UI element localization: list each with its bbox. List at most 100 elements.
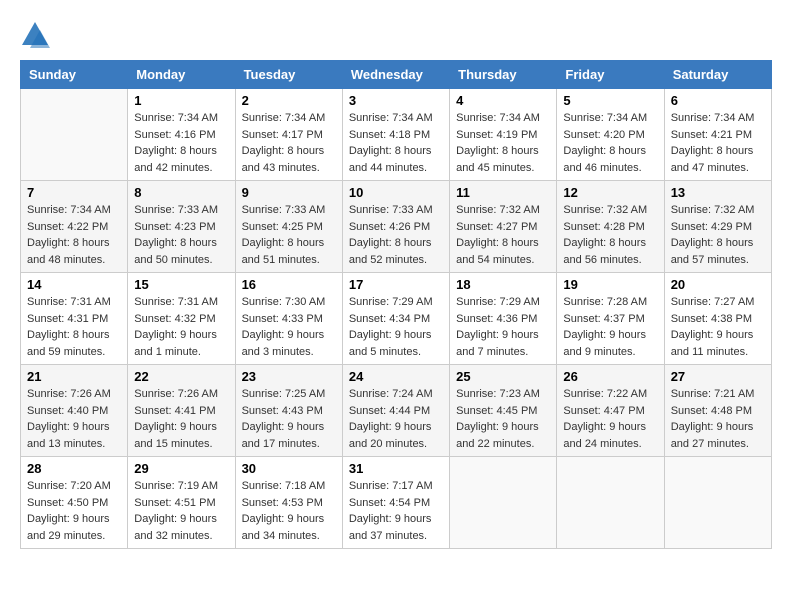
sunrise-text: Sunrise: 7:25 AM [242, 388, 326, 400]
day-info: Sunrise: 7:33 AM Sunset: 4:23 PM Dayligh… [134, 202, 228, 268]
day-info: Sunrise: 7:34 AM Sunset: 4:21 PM Dayligh… [671, 110, 765, 176]
sunrise-text: Sunrise: 7:28 AM [563, 296, 647, 308]
calendar-cell: 19 Sunrise: 7:28 AM Sunset: 4:37 PM Dayl… [557, 273, 664, 365]
calendar-cell: 8 Sunrise: 7:33 AM Sunset: 4:23 PM Dayli… [128, 181, 235, 273]
day-info: Sunrise: 7:26 AM Sunset: 4:40 PM Dayligh… [27, 386, 121, 452]
sunset-text: Sunset: 4:43 PM [242, 405, 323, 417]
sunrise-text: Sunrise: 7:30 AM [242, 296, 326, 308]
sunrise-text: Sunrise: 7:29 AM [456, 296, 540, 308]
daylight-text: Daylight: 8 hours and 57 minutes. [671, 237, 754, 266]
day-number: 30 [242, 461, 336, 476]
day-info: Sunrise: 7:33 AM Sunset: 4:25 PM Dayligh… [242, 202, 336, 268]
sunset-text: Sunset: 4:50 PM [27, 497, 108, 509]
calendar-cell [664, 457, 771, 549]
sunrise-text: Sunrise: 7:23 AM [456, 388, 540, 400]
sunset-text: Sunset: 4:17 PM [242, 129, 323, 141]
day-info: Sunrise: 7:34 AM Sunset: 4:18 PM Dayligh… [349, 110, 443, 176]
day-number: 29 [134, 461, 228, 476]
daylight-text: Daylight: 9 hours and 20 minutes. [349, 421, 432, 450]
daylight-text: Daylight: 8 hours and 44 minutes. [349, 145, 432, 174]
daylight-text: Daylight: 9 hours and 34 minutes. [242, 513, 325, 542]
calendar-week-row: 7 Sunrise: 7:34 AM Sunset: 4:22 PM Dayli… [21, 181, 772, 273]
day-info: Sunrise: 7:34 AM Sunset: 4:19 PM Dayligh… [456, 110, 550, 176]
sunset-text: Sunset: 4:40 PM [27, 405, 108, 417]
calendar-cell: 2 Sunrise: 7:34 AM Sunset: 4:17 PM Dayli… [235, 89, 342, 181]
day-number: 13 [671, 185, 765, 200]
day-number: 4 [456, 93, 550, 108]
day-info: Sunrise: 7:32 AM Sunset: 4:27 PM Dayligh… [456, 202, 550, 268]
sunset-text: Sunset: 4:21 PM [671, 129, 752, 141]
day-info: Sunrise: 7:31 AM Sunset: 4:32 PM Dayligh… [134, 294, 228, 360]
daylight-text: Daylight: 9 hours and 11 minutes. [671, 329, 754, 358]
daylight-text: Daylight: 8 hours and 45 minutes. [456, 145, 539, 174]
calendar-cell: 6 Sunrise: 7:34 AM Sunset: 4:21 PM Dayli… [664, 89, 771, 181]
day-number: 16 [242, 277, 336, 292]
day-number: 7 [27, 185, 121, 200]
sunrise-text: Sunrise: 7:34 AM [563, 112, 647, 124]
sunrise-text: Sunrise: 7:27 AM [671, 296, 755, 308]
day-number: 19 [563, 277, 657, 292]
sunset-text: Sunset: 4:48 PM [671, 405, 752, 417]
day-number: 17 [349, 277, 443, 292]
logo-icon [20, 20, 50, 50]
sunrise-text: Sunrise: 7:22 AM [563, 388, 647, 400]
day-number: 11 [456, 185, 550, 200]
calendar-cell: 21 Sunrise: 7:26 AM Sunset: 4:40 PM Dayl… [21, 365, 128, 457]
calendar-cell: 7 Sunrise: 7:34 AM Sunset: 4:22 PM Dayli… [21, 181, 128, 273]
calendar-cell: 30 Sunrise: 7:18 AM Sunset: 4:53 PM Dayl… [235, 457, 342, 549]
header-cell-monday: Monday [128, 61, 235, 89]
sunset-text: Sunset: 4:27 PM [456, 221, 537, 233]
day-info: Sunrise: 7:18 AM Sunset: 4:53 PM Dayligh… [242, 478, 336, 544]
daylight-text: Daylight: 9 hours and 1 minute. [134, 329, 217, 358]
sunrise-text: Sunrise: 7:32 AM [671, 204, 755, 216]
calendar-cell: 14 Sunrise: 7:31 AM Sunset: 4:31 PM Dayl… [21, 273, 128, 365]
sunrise-text: Sunrise: 7:31 AM [134, 296, 218, 308]
calendar-table: SundayMondayTuesdayWednesdayThursdayFrid… [20, 60, 772, 549]
calendar-cell: 3 Sunrise: 7:34 AM Sunset: 4:18 PM Dayli… [342, 89, 449, 181]
day-info: Sunrise: 7:33 AM Sunset: 4:26 PM Dayligh… [349, 202, 443, 268]
calendar-week-row: 14 Sunrise: 7:31 AM Sunset: 4:31 PM Dayl… [21, 273, 772, 365]
sunset-text: Sunset: 4:22 PM [27, 221, 108, 233]
sunrise-text: Sunrise: 7:21 AM [671, 388, 755, 400]
calendar-cell: 12 Sunrise: 7:32 AM Sunset: 4:28 PM Dayl… [557, 181, 664, 273]
sunset-text: Sunset: 4:23 PM [134, 221, 215, 233]
sunrise-text: Sunrise: 7:31 AM [27, 296, 111, 308]
day-info: Sunrise: 7:19 AM Sunset: 4:51 PM Dayligh… [134, 478, 228, 544]
day-info: Sunrise: 7:22 AM Sunset: 4:47 PM Dayligh… [563, 386, 657, 452]
day-number: 22 [134, 369, 228, 384]
sunrise-text: Sunrise: 7:33 AM [242, 204, 326, 216]
day-number: 26 [563, 369, 657, 384]
sunrise-text: Sunrise: 7:26 AM [27, 388, 111, 400]
day-info: Sunrise: 7:34 AM Sunset: 4:22 PM Dayligh… [27, 202, 121, 268]
sunset-text: Sunset: 4:47 PM [563, 405, 644, 417]
sunrise-text: Sunrise: 7:34 AM [671, 112, 755, 124]
daylight-text: Daylight: 8 hours and 50 minutes. [134, 237, 217, 266]
day-number: 8 [134, 185, 228, 200]
calendar-cell [557, 457, 664, 549]
day-number: 6 [671, 93, 765, 108]
day-info: Sunrise: 7:26 AM Sunset: 4:41 PM Dayligh… [134, 386, 228, 452]
sunset-text: Sunset: 4:54 PM [349, 497, 430, 509]
calendar-cell: 13 Sunrise: 7:32 AM Sunset: 4:29 PM Dayl… [664, 181, 771, 273]
day-number: 18 [456, 277, 550, 292]
sunrise-text: Sunrise: 7:17 AM [349, 480, 433, 492]
daylight-text: Daylight: 8 hours and 54 minutes. [456, 237, 539, 266]
day-info: Sunrise: 7:34 AM Sunset: 4:20 PM Dayligh… [563, 110, 657, 176]
day-info: Sunrise: 7:21 AM Sunset: 4:48 PM Dayligh… [671, 386, 765, 452]
day-number: 12 [563, 185, 657, 200]
day-info: Sunrise: 7:29 AM Sunset: 4:34 PM Dayligh… [349, 294, 443, 360]
header-cell-sunday: Sunday [21, 61, 128, 89]
daylight-text: Daylight: 8 hours and 51 minutes. [242, 237, 325, 266]
header-cell-wednesday: Wednesday [342, 61, 449, 89]
calendar-week-row: 28 Sunrise: 7:20 AM Sunset: 4:50 PM Dayl… [21, 457, 772, 549]
day-number: 14 [27, 277, 121, 292]
calendar-cell: 11 Sunrise: 7:32 AM Sunset: 4:27 PM Dayl… [450, 181, 557, 273]
sunrise-text: Sunrise: 7:34 AM [456, 112, 540, 124]
sunset-text: Sunset: 4:44 PM [349, 405, 430, 417]
sunset-text: Sunset: 4:53 PM [242, 497, 323, 509]
day-info: Sunrise: 7:17 AM Sunset: 4:54 PM Dayligh… [349, 478, 443, 544]
day-number: 9 [242, 185, 336, 200]
daylight-text: Daylight: 9 hours and 7 minutes. [456, 329, 539, 358]
day-info: Sunrise: 7:23 AM Sunset: 4:45 PM Dayligh… [456, 386, 550, 452]
day-info: Sunrise: 7:32 AM Sunset: 4:29 PM Dayligh… [671, 202, 765, 268]
